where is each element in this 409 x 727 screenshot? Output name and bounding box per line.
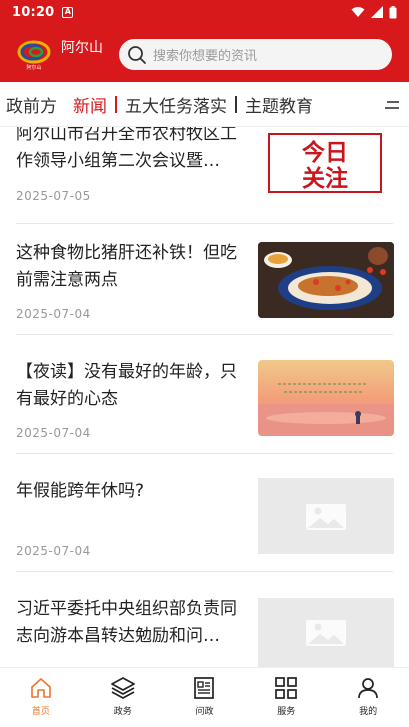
nav-wenzheng[interactable]: 问政: [164, 668, 246, 727]
search-icon: [128, 45, 146, 64]
battery-icon: [389, 5, 397, 18]
nav-mine[interactable]: 我的: [327, 668, 409, 727]
list-item[interactable]: 【夜读】没有最好的年龄，只有最好的心态 2025-07-04: [0, 335, 409, 453]
news-title: 阿尔山市召开全市农村牧区工作领导小组第二次会议暨…: [16, 127, 237, 171]
image-placeholder-icon: [306, 504, 346, 530]
sunset-photo-icon: [258, 360, 394, 436]
signal-icon: [371, 6, 383, 18]
home-icon: [31, 678, 51, 698]
search-input[interactable]: 搜索你想要的资讯: [119, 39, 392, 70]
news-title: 【夜读】没有最好的年龄，只有最好的心态: [16, 362, 237, 409]
newspaper-icon: [194, 677, 215, 699]
thumb-text-line1: 今日: [302, 139, 348, 166]
news-thumbnail: [258, 478, 394, 554]
list-item[interactable]: 这种食物比猪肝还补铁！但吃前需注意两点 2025-07-04: [0, 224, 409, 334]
search-placeholder: 搜索你想要的资讯: [153, 49, 258, 64]
news-date: 2025-07-04: [16, 307, 91, 321]
app-logo[interactable]: 阿尔山: [14, 33, 54, 73]
list-item[interactable]: 年假能跨年休吗? 2025-07-04: [0, 454, 409, 571]
logo-emblem-icon: 阿尔山: [17, 40, 51, 71]
status-bar: 10:20 A: [0, 0, 409, 24]
user-icon: [358, 678, 378, 699]
city-name: 阿尔山: [61, 40, 103, 56]
news-thumbnail: [258, 360, 394, 436]
tab-zhengqianfang[interactable]: 政前方: [0, 92, 65, 117]
layers-icon: [110, 677, 135, 699]
tab-theme-education[interactable]: 主题教育: [237, 92, 321, 117]
news-date: 2025-07-04: [16, 544, 91, 558]
thumb-text-line2: 关注: [302, 165, 348, 191]
nav-home[interactable]: 首页: [0, 668, 82, 727]
image-placeholder-icon: [306, 620, 346, 646]
grid-icon: [275, 677, 298, 699]
notification-icon: A: [62, 6, 74, 18]
list-item[interactable]: 习近平委托中央组织部负责同志向游本昌转达勉励和问…: [0, 572, 409, 667]
nav-label: 我的: [359, 707, 378, 717]
logo-caption: 阿尔山: [26, 64, 41, 71]
news-title: 习近平委托中央组织部负责同志向游本昌转达勉励和问…: [16, 599, 237, 646]
menu-icon: [385, 100, 399, 109]
nav-fuwu[interactable]: 服务: [245, 668, 327, 727]
status-time: 10:20: [12, 4, 55, 20]
nav-label: 首页: [31, 707, 50, 717]
channel-menu-button[interactable]: [375, 82, 409, 126]
list-item[interactable]: 阿尔山市召开全市农村牧区工作领导小组第二次会议暨… 2025-07-05 今日 …: [0, 127, 409, 223]
food-photo-icon: [258, 242, 394, 318]
nav-label: 政务: [113, 707, 132, 717]
nav-zhengwu[interactable]: 政务: [82, 668, 164, 727]
app-header: 阿尔山 阿尔山 搜索你想要的资讯: [0, 24, 409, 82]
news-title: 这种食物比猪肝还补铁！但吃前需注意两点: [16, 243, 237, 290]
news-thumbnail: [258, 242, 394, 318]
channel-tabs: 政前方 新闻 五大任务落实 主题教育: [0, 82, 409, 127]
bottom-nav: 首页 政务 问政 服务 我的: [0, 667, 409, 727]
news-thumbnail: [258, 598, 394, 667]
news-title: 年假能跨年休吗?: [16, 481, 145, 501]
wifi-icon: [351, 7, 365, 17]
news-date: 2025-07-05: [16, 189, 91, 203]
nav-label: 服务: [277, 707, 296, 717]
tab-five-tasks[interactable]: 五大任务落实: [117, 92, 235, 117]
news-date: 2025-07-04: [16, 426, 91, 440]
news-list: 阿尔山市召开全市农村牧区工作领导小组第二次会议暨… 2025-07-05 今日 …: [0, 127, 409, 667]
tab-news[interactable]: 新闻: [65, 92, 115, 117]
nav-label: 问政: [195, 707, 214, 717]
news-thumbnail: 今日 关注: [268, 133, 382, 193]
